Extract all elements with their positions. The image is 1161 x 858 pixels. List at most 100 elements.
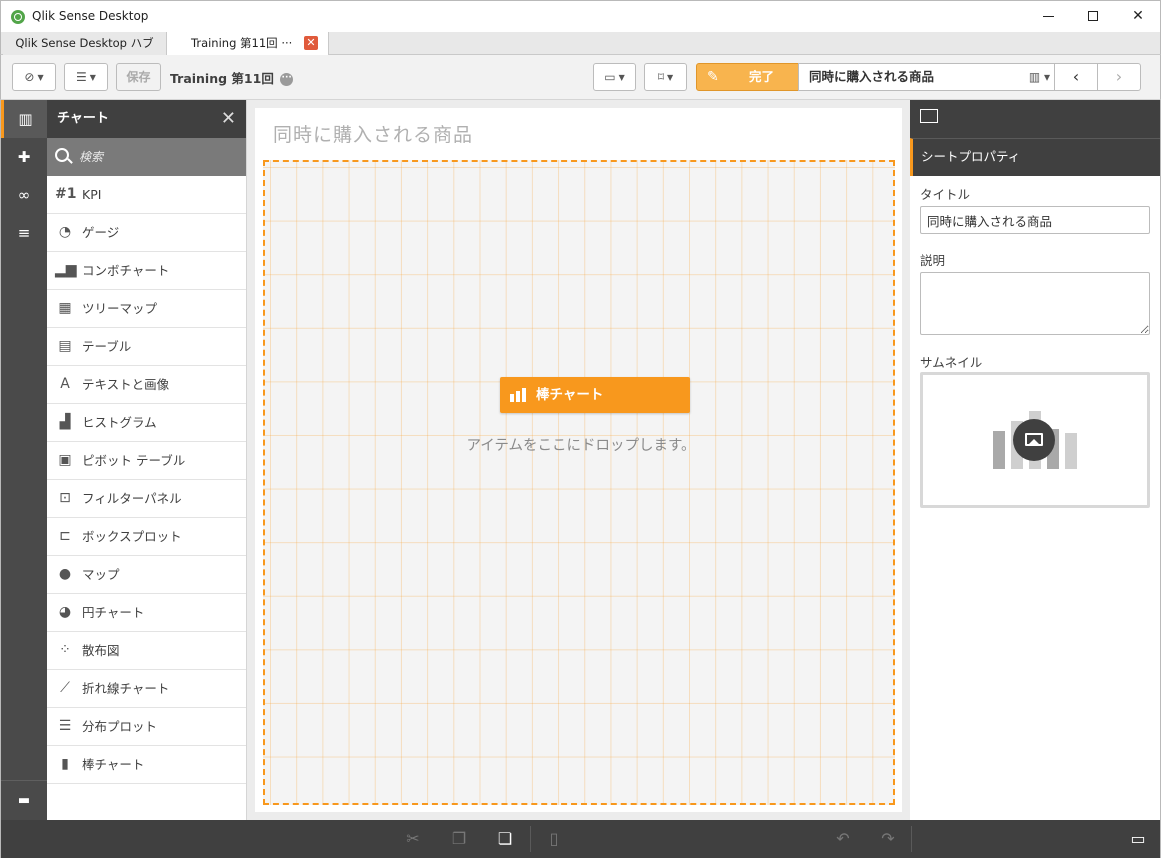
asset-item[interactable]: ◕ 円チャート xyxy=(47,594,246,632)
asset-item-icon: ▣ xyxy=(58,452,72,468)
compass-icon: ⊘ xyxy=(24,70,35,84)
asset-item-icon: #1 xyxy=(55,186,77,202)
sheet-properties-section[interactable]: シートプロパティ xyxy=(910,138,1160,176)
asset-item-label: テキストと画像 xyxy=(82,377,170,392)
asset-item[interactable]: ◔ ゲージ xyxy=(47,214,246,252)
asset-item[interactable]: ▣ ピボット テーブル xyxy=(47,442,246,480)
asset-item[interactable]: A テキストと画像 xyxy=(47,366,246,404)
asset-item[interactable]: ▮ 棒チャート xyxy=(47,746,246,784)
bookmark-button[interactable]: ⌑ ▼ xyxy=(644,63,687,91)
toggle-assets-icon[interactable]: ▬ xyxy=(1,780,47,820)
asset-item[interactable]: ● マップ xyxy=(47,556,246,594)
sheet-selector[interactable]: 同時に購入される商品 ▥ ▾ xyxy=(798,63,1055,91)
bottom-separator xyxy=(911,826,912,852)
bookmark-icon: ⌑ xyxy=(657,70,664,84)
close-window-button[interactable]: ✕ xyxy=(1115,1,1161,32)
master-items-link-icon[interactable]: ∞ xyxy=(1,176,47,214)
search-input[interactable] xyxy=(79,147,229,167)
save-button[interactable]: 保存 xyxy=(116,63,161,91)
asset-item[interactable]: ▤ テーブル xyxy=(47,328,246,366)
dragged-bar-chart-chip[interactable]: 棒チャート xyxy=(500,377,690,413)
extensions-puzzle-icon[interactable]: ✚ xyxy=(1,138,47,176)
qlik-logo-icon xyxy=(11,10,25,24)
asset-item[interactable]: ⊏ ボックスプロット xyxy=(47,518,246,556)
bar-chart-icon xyxy=(510,388,526,402)
tab-close-icon[interactable]: ✕ xyxy=(304,36,318,50)
done-label: 完了 xyxy=(749,69,775,84)
asset-item-icon: ☰ xyxy=(58,718,72,734)
thumbnail-label: サムネイル xyxy=(920,355,983,370)
drop-grid[interactable]: 棒チャート アイテムをここにドロップします。 xyxy=(263,160,895,805)
asset-item[interactable]: #1 KPI xyxy=(47,176,246,214)
asset-item-icon: ⊏ xyxy=(59,528,71,544)
cut-icon[interactable]: ✂ xyxy=(390,820,436,858)
caret-down-icon: ▼ xyxy=(667,72,674,82)
asset-item-icon: ▤ xyxy=(58,338,72,354)
image-icon[interactable] xyxy=(1013,419,1055,461)
asset-item[interactable]: ☰ 分布プロット xyxy=(47,708,246,746)
asset-item[interactable]: ▦ ツリーマップ xyxy=(47,290,246,328)
title-label: タイトル xyxy=(920,187,971,202)
undo-icon[interactable]: ↶ xyxy=(820,820,866,858)
asset-item-label: マップ xyxy=(82,567,120,582)
tab-training-label: Training 第11回 ··· xyxy=(191,36,293,50)
tab-training[interactable]: Training 第11回 ··· ✕ xyxy=(167,32,329,55)
asset-item-label: 円チャート xyxy=(82,605,145,620)
close-icon[interactable]: ✕ xyxy=(221,100,236,138)
asset-item-icon: ▦ xyxy=(58,300,72,316)
thumbnail-picker[interactable] xyxy=(920,372,1150,508)
asset-item-icon: ◕ xyxy=(58,604,72,620)
properties-header xyxy=(910,100,1160,138)
drop-hint: アイテムをここにドロップします。 xyxy=(466,438,696,454)
asset-item[interactable]: ⟋ 折れ線チャート xyxy=(47,670,246,708)
thumb-bar xyxy=(1065,433,1077,469)
description-field[interactable] xyxy=(920,272,1150,335)
story-button[interactable]: ▭ ▼ xyxy=(593,63,636,91)
asset-item-label: ゲージ xyxy=(82,225,120,240)
done-button[interactable]: ✎ 完了 xyxy=(696,63,799,91)
asset-item-label: 折れ線チャート xyxy=(82,681,170,696)
toggle-properties-icon[interactable]: ▭ xyxy=(1115,820,1161,858)
fields-database-icon[interactable]: ≡ xyxy=(1,214,47,252)
asset-item-label: ヒストグラム xyxy=(82,415,157,430)
caret-down-icon: ▼ xyxy=(89,72,96,82)
delete-trash-icon[interactable]: ▯ xyxy=(531,820,577,858)
previous-sheet-button[interactable]: ‹ xyxy=(1054,63,1098,91)
title-field[interactable] xyxy=(920,206,1150,234)
asset-item[interactable]: ⊡ フィルターパネル xyxy=(47,480,246,518)
asset-item[interactable]: ▂▆ コンボチャート xyxy=(47,252,246,290)
menu-button[interactable]: ☰ ▼ xyxy=(64,63,108,91)
assets-header: チャート ✕ xyxy=(47,100,246,138)
chart-list: #1 KPI ◔ ゲージ ▂▆ コンボチャート ▦ ツリーマップ ▤ テーブル A テキストと画像 ▟ ヒ… xyxy=(47,176,246,784)
sheet-list-icon[interactable]: ▥ ▾ xyxy=(1029,64,1050,90)
window-title-bar: Qlik Sense Desktop ✕ xyxy=(0,0,1161,32)
asset-item[interactable]: ⁘ 散布図 xyxy=(47,632,246,670)
minimize-icon xyxy=(1042,15,1054,17)
assets-header-title: チャート xyxy=(57,111,109,126)
asset-item-label: 棒チャート xyxy=(82,757,145,772)
minimize-button[interactable] xyxy=(1025,1,1071,32)
asset-item-icon: ▂▆ xyxy=(55,262,77,278)
maximize-button[interactable] xyxy=(1070,1,1116,32)
sheet-title[interactable]: 同時に購入される商品 xyxy=(273,120,473,147)
charts-tab-icon[interactable]: ▥ xyxy=(1,100,47,138)
asset-item-label: ピボット テーブル xyxy=(82,453,186,468)
assets-search xyxy=(47,138,246,176)
asset-item-icon: ⁘ xyxy=(59,642,71,658)
copy-icon[interactable]: ❐ xyxy=(436,820,482,858)
next-sheet-button[interactable]: › xyxy=(1097,63,1141,91)
paste-icon[interactable]: ❏ xyxy=(482,820,528,858)
redo-icon[interactable]: ↷ xyxy=(865,820,911,858)
drag-chip-label: 棒チャート xyxy=(536,387,604,403)
navigation-button[interactable]: ⊘ ▼ xyxy=(12,63,56,91)
asset-item[interactable]: ▟ ヒストグラム xyxy=(47,404,246,442)
tab-hub[interactable]: Qlik Sense Desktop ハブ xyxy=(3,32,167,55)
asset-item-icon: A xyxy=(60,376,70,392)
asset-item-label: ツリーマップ xyxy=(82,301,158,316)
pencil-icon: ✎ xyxy=(707,69,719,85)
asset-item-label: フィルターパネル xyxy=(82,491,182,506)
thumb-bar xyxy=(993,431,1005,469)
info-icon[interactable]: ··· xyxy=(280,73,294,86)
canvas-area: 同時に購入される商品 棒チャート アイテムをここにドロップします。 xyxy=(247,100,910,820)
asset-item-icon: ▮ xyxy=(61,756,69,772)
